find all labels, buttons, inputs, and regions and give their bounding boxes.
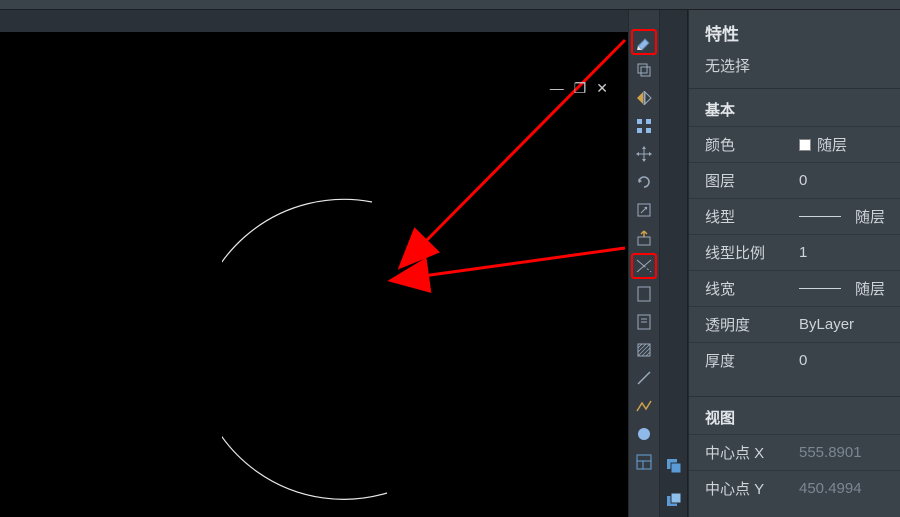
doc2-tool[interactable] xyxy=(632,310,656,334)
linetype-preview-icon xyxy=(799,216,841,217)
hatch-tool[interactable] xyxy=(632,338,656,362)
linetype-scale-label: 线型比例 xyxy=(689,242,793,263)
canvas-minimize[interactable]: — xyxy=(550,80,564,97)
move-tool[interactable] xyxy=(632,142,656,166)
panel-title: 特性 xyxy=(689,10,900,51)
color-label: 颜色 xyxy=(689,134,793,155)
rotate-tool[interactable] xyxy=(632,170,656,194)
center-x-label: 中心点 X xyxy=(689,442,793,463)
eraser-tool[interactable] xyxy=(632,30,656,54)
row-layer[interactable]: 图层 0 xyxy=(689,162,900,198)
right-toolbar xyxy=(628,10,660,517)
section-basic-header: 基本 xyxy=(689,89,900,126)
center-y-value: 450.4994 xyxy=(793,480,900,497)
row-linetype-scale[interactable]: 线型比例 1 xyxy=(689,234,900,270)
panel-gutter xyxy=(660,10,688,517)
polyline-tool[interactable] xyxy=(632,394,656,418)
circle-tool[interactable] xyxy=(632,422,656,446)
transparency-label: 透明度 xyxy=(689,314,793,335)
color-value: 随层 xyxy=(817,134,847,155)
send-top-tool[interactable] xyxy=(632,226,656,250)
linetype-scale-value: 1 xyxy=(793,244,900,261)
row-center-x[interactable]: 中心点 X 555.8901 xyxy=(689,434,900,470)
center-y-label: 中心点 Y xyxy=(689,478,793,499)
layer-label: 图层 xyxy=(689,170,793,191)
linetype-value: 随层 xyxy=(855,206,885,227)
trim-tool[interactable] xyxy=(632,254,656,278)
row-lineweight[interactable]: 线宽 随层 xyxy=(689,270,900,306)
array-tool[interactable] xyxy=(632,114,656,138)
drawing-canvas[interactable]: — ❐ ✕ xyxy=(0,32,628,517)
lineweight-value: 随层 xyxy=(855,278,885,299)
line-tool[interactable] xyxy=(632,366,656,390)
thickness-value: 0 xyxy=(793,352,900,369)
row-color[interactable]: 颜色 随层 xyxy=(689,126,900,162)
panel-no-selection: 无选择 xyxy=(689,51,900,88)
row-thickness[interactable]: 厚度 0 xyxy=(689,342,900,378)
doc1-tool[interactable] xyxy=(632,282,656,306)
lineweight-label: 线宽 xyxy=(689,278,793,299)
copy-group-icon[interactable] xyxy=(664,456,684,476)
stack-group-icon[interactable] xyxy=(664,490,684,510)
scale-tool[interactable] xyxy=(632,198,656,222)
linetype-label: 线型 xyxy=(689,206,793,227)
layer-value: 0 xyxy=(793,172,900,189)
properties-panel: 特性 无选择 基本 颜色 随层 图层 0 线型 随层 线型比例 1 线宽 随层 xyxy=(688,10,900,517)
canvas-close[interactable]: ✕ xyxy=(596,80,608,97)
copy-tool[interactable] xyxy=(632,58,656,82)
lineweight-preview-icon xyxy=(799,288,841,289)
canvas-restore[interactable]: ❐ xyxy=(574,80,587,97)
annotation-arrows xyxy=(0,32,628,517)
row-center-y[interactable]: 中心点 Y 450.4994 xyxy=(689,470,900,506)
thickness-label: 厚度 xyxy=(689,350,793,371)
section-view-header: 视图 xyxy=(689,397,900,434)
layout-tool[interactable] xyxy=(632,450,656,474)
drawing-canvas-area[interactable]: — ❐ ✕ xyxy=(0,10,628,517)
color-swatch-icon xyxy=(799,139,811,151)
mirror-tool[interactable] xyxy=(632,86,656,110)
row-transparency[interactable]: 透明度 ByLayer xyxy=(689,306,900,342)
transparency-value: ByLayer xyxy=(793,316,900,333)
center-x-value: 555.8901 xyxy=(793,444,900,461)
row-linetype[interactable]: 线型 随层 xyxy=(689,198,900,234)
